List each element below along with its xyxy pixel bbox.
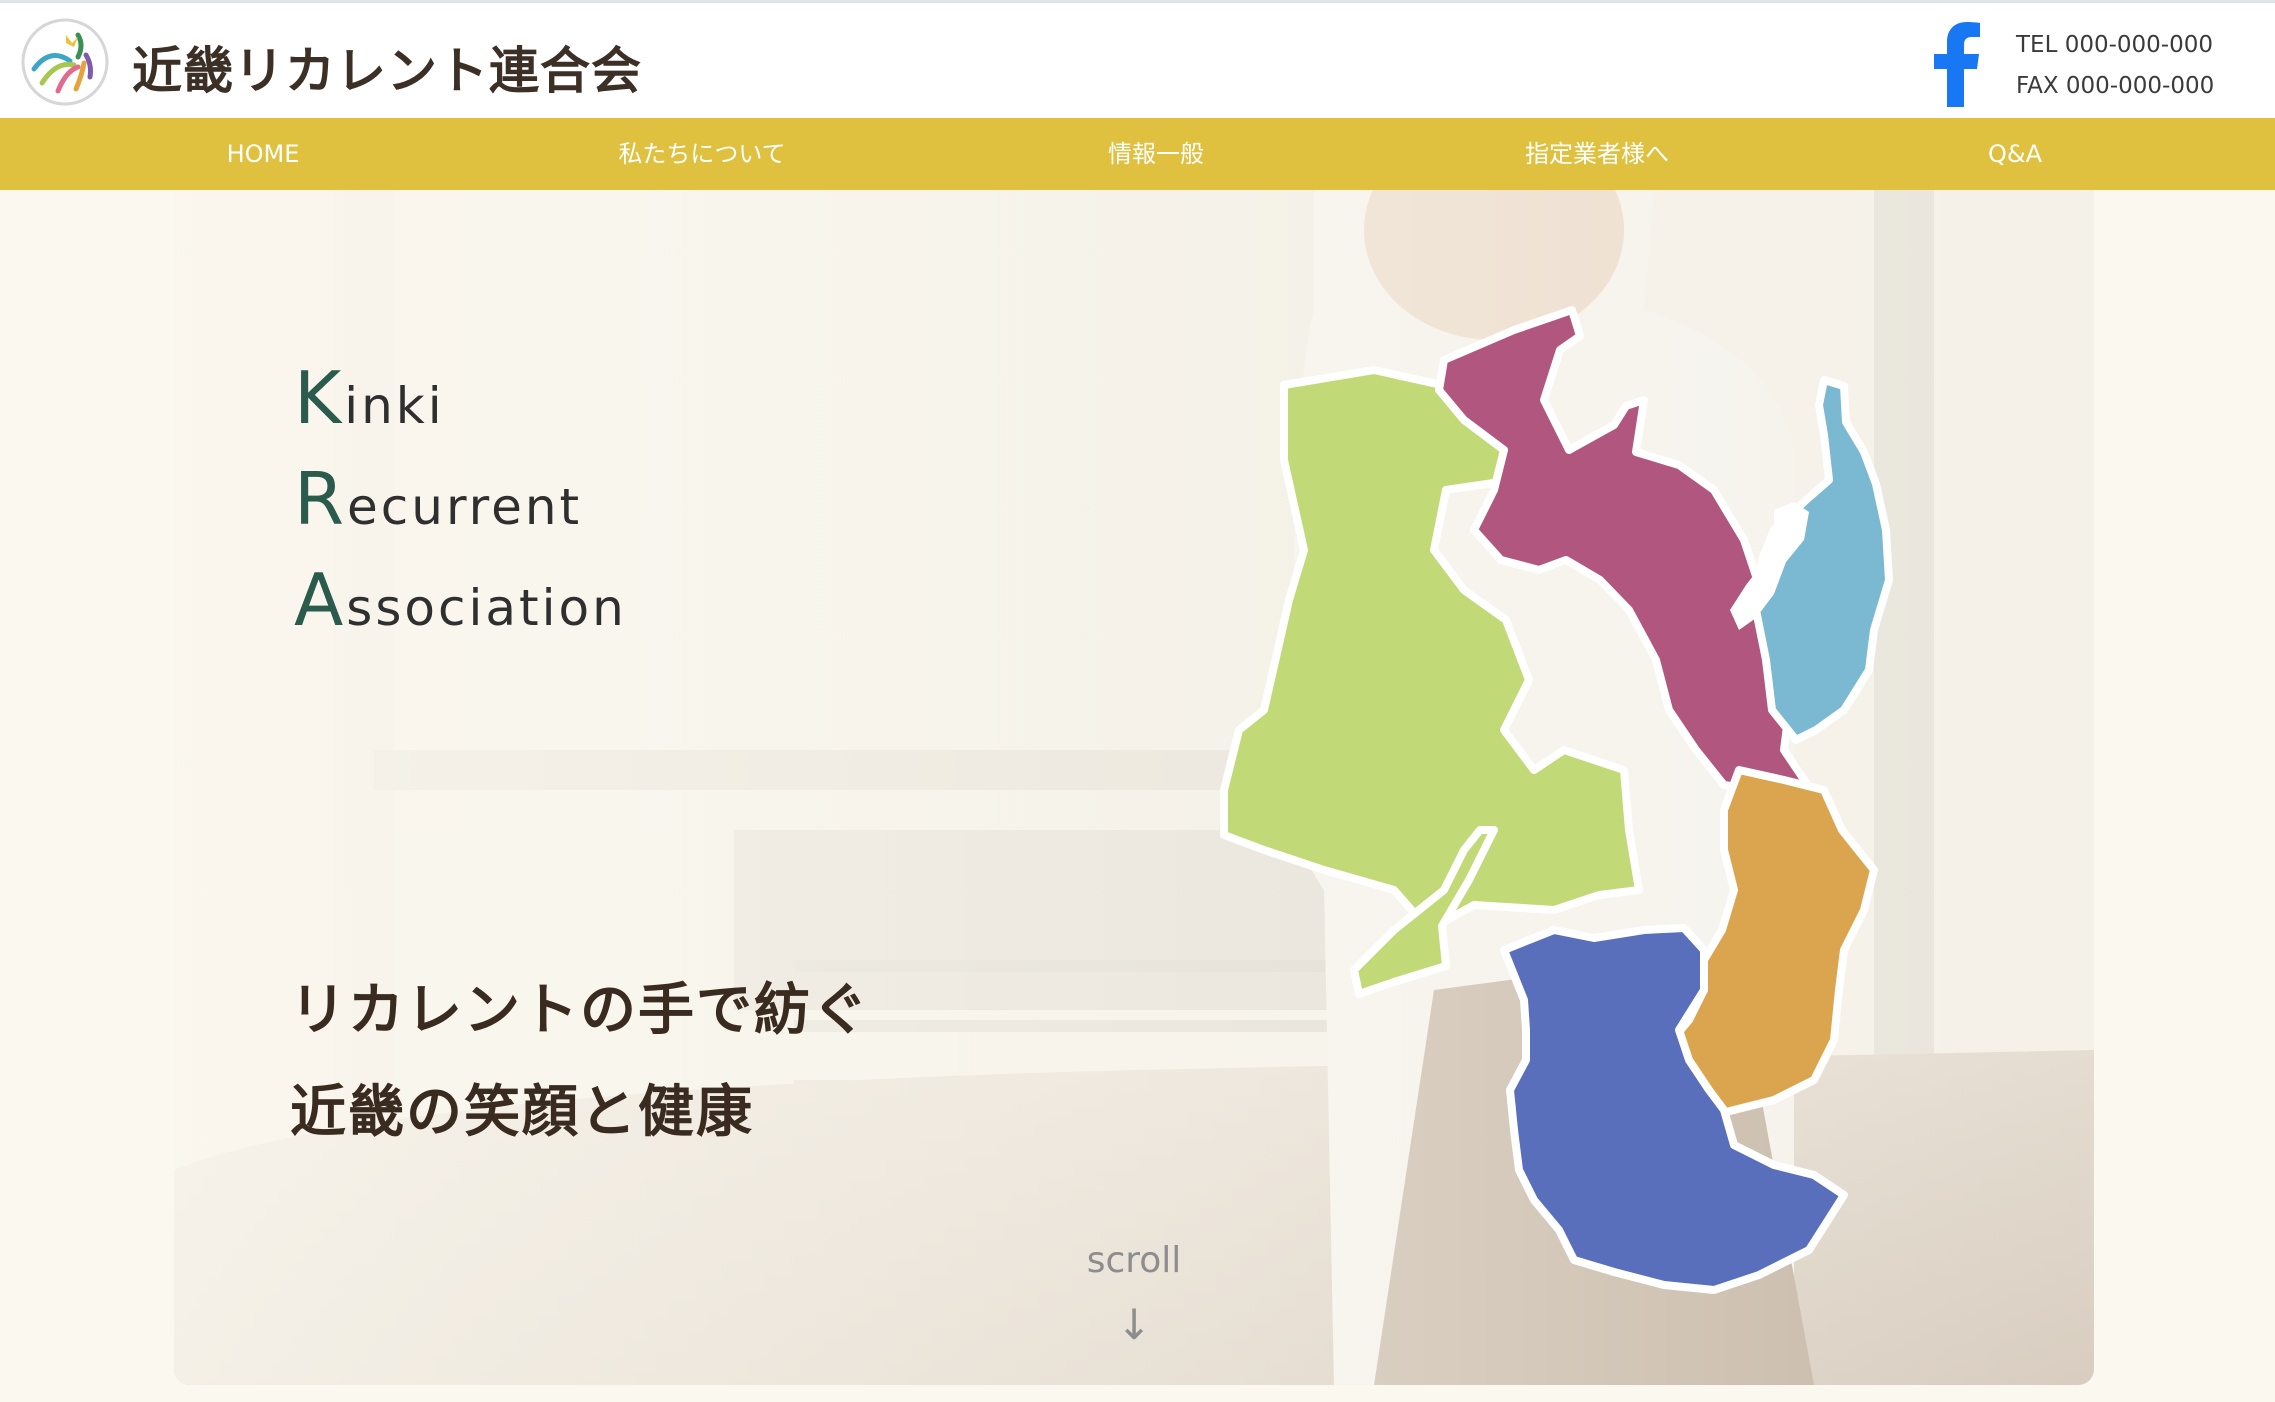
nav-item-qa[interactable]: Q&A: [1988, 118, 2042, 190]
catch-line-1: リカレントの手で紡ぐ: [290, 978, 870, 1043]
kra-logo-icon[interactable]: [20, 17, 110, 107]
site-header: 近畿リカレント連合会 TEL 000-000-000 FAX 000-000-0…: [0, 0, 2275, 118]
scroll-label[interactable]: scroll: [1087, 1240, 1182, 1281]
fax-number: FAX 000-000-000: [2016, 73, 2215, 99]
site-title[interactable]: 近畿リカレント連合会: [132, 31, 642, 103]
hero-section: Kinki Recurrent Association リカレントの手で紡ぐ 近…: [174, 190, 2094, 1385]
tagline-line-association: Association: [294, 558, 627, 642]
nav-item-info[interactable]: 情報一般: [1108, 118, 1204, 190]
tagline-line-kinki: Kinki: [294, 356, 445, 440]
global-nav: HOME 私たちについて 情報一般 指定業者様へ Q&A: [0, 118, 2275, 190]
english-tagline: Kinki Recurrent Association: [294, 348, 627, 651]
tel-number: TEL 000-000-000: [2016, 32, 2214, 58]
catch-line-2: 近畿の笑顔と健康: [290, 1080, 754, 1145]
nav-item-home[interactable]: HOME: [227, 118, 300, 190]
tagline-line-recurrent: Recurrent: [294, 457, 583, 541]
nav-item-about[interactable]: 私たちについて: [618, 118, 785, 190]
scroll-down-arrow-icon[interactable]: ↓: [1116, 1300, 1151, 1349]
facebook-icon[interactable]: [1930, 19, 1982, 107]
catch-copy: リカレントの手で紡ぐ 近畿の笑顔と健康: [290, 960, 870, 1164]
nav-item-vendors[interactable]: 指定業者様へ: [1525, 118, 1669, 190]
contact-info: TEL 000-000-000 FAX 000-000-000: [2016, 25, 2214, 107]
